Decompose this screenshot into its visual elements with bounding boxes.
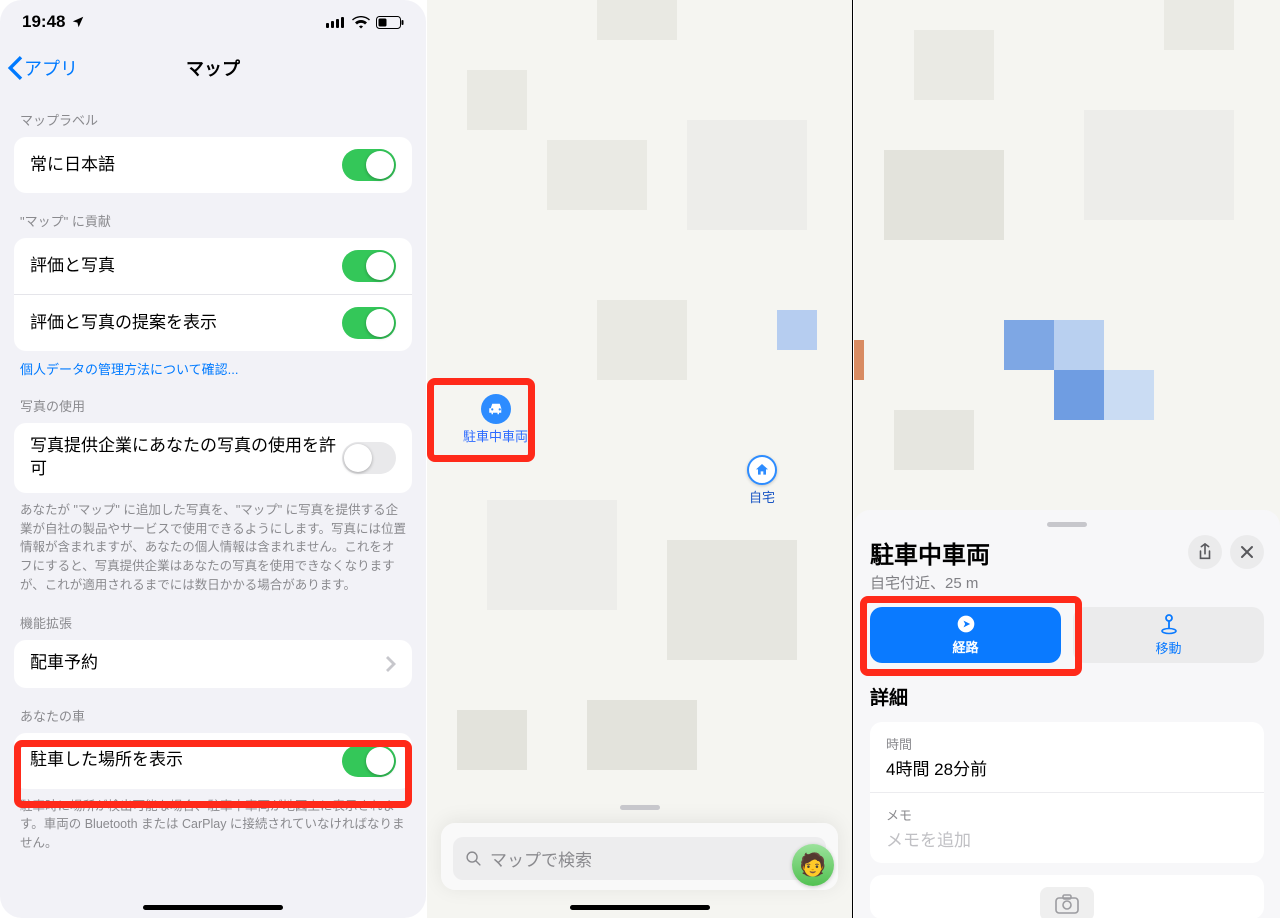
details-card: 時間 4時間 28分前 メモ メモを追加	[870, 722, 1264, 863]
status-icons	[326, 16, 404, 29]
time-label: 時間	[886, 734, 1248, 753]
search-icon	[465, 850, 482, 867]
toggle-always-japanese[interactable]	[342, 149, 396, 181]
search-input[interactable]: マップで検索	[453, 837, 826, 880]
back-label: アプリ	[24, 55, 78, 81]
parked-car-pin[interactable]: 駐車中車両	[463, 394, 528, 445]
row-ratings-photos[interactable]: 評価と写真	[14, 238, 412, 294]
sheet-handle[interactable]	[620, 805, 660, 810]
time-value: 4時間 28分前	[886, 755, 1248, 780]
search-placeholder: マップで検索	[490, 846, 792, 871]
settings-pane: 19:48 アプリ マップ マップラベル 常に日本語	[0, 0, 426, 918]
chevron-right-icon	[386, 656, 396, 672]
map-detail-pane: 駐車中車両 自宅付近、25 m 経路	[854, 0, 1280, 918]
share-button[interactable]	[1188, 535, 1222, 569]
row-show-parked-location[interactable]: 駐車した場所を表示	[14, 733, 412, 789]
home-label: 自宅	[747, 487, 777, 506]
toggle-show-suggestions[interactable]	[342, 307, 396, 339]
memo-label: メモ	[886, 805, 1248, 824]
move-button[interactable]: 移動	[1073, 607, 1264, 663]
back-button[interactable]: アプリ	[6, 55, 78, 81]
memo-input[interactable]: メモを追加	[886, 826, 1248, 851]
row-allow-photo-use[interactable]: 写真提供企業にあなたの写真の使用を許可	[14, 423, 412, 493]
move-pin-icon	[1159, 613, 1179, 635]
nav-bar: アプリ マップ	[0, 44, 426, 92]
section-header-extensions: 機能拡張	[0, 595, 426, 640]
toggle-show-parked-location[interactable]	[342, 745, 396, 777]
row-ride-booking[interactable]: 配車予約	[14, 640, 412, 688]
profile-avatar[interactable]: 🧑	[792, 844, 834, 886]
parked-car-label: 駐車中車両	[463, 426, 528, 445]
status-bar: 19:48	[0, 0, 426, 44]
your-car-footer: 駐車時に場所が検出可能な場合、駐車中車両が地図上に表示されます。車両の Blue…	[0, 789, 426, 853]
home-indicator[interactable]	[143, 905, 283, 910]
details-section-title: 詳細	[870, 683, 1264, 710]
status-time: 19:48	[22, 12, 65, 32]
place-detail-sheet[interactable]: 駐車中車両 自宅付近、25 m 経路	[854, 510, 1280, 918]
directions-icon	[956, 614, 976, 634]
home-icon	[747, 455, 777, 485]
map-search-pane: 駐車中車両 自宅 マップで検索 🧑	[427, 0, 853, 918]
row-show-suggestions[interactable]: 評価と写真の提案を表示	[14, 294, 412, 351]
search-sheet[interactable]: マップで検索	[441, 823, 838, 890]
sheet-handle[interactable]	[1047, 522, 1087, 527]
row-always-japanese[interactable]: 常に日本語	[14, 137, 412, 193]
section-header-your-car: あなたの車	[0, 688, 426, 733]
toggle-ratings-photos[interactable]	[342, 250, 396, 282]
section-header-contribute: "マップ" に貢献	[0, 193, 426, 238]
directions-button[interactable]: 経路	[870, 607, 1061, 663]
car-icon	[481, 394, 511, 424]
section-header-map-label: マップラベル	[0, 92, 426, 137]
toggle-allow-photo-use[interactable]	[342, 442, 396, 474]
privacy-link[interactable]: 個人データの管理方法について確認...	[0, 351, 426, 378]
location-services-icon	[71, 15, 85, 29]
add-photo-card[interactable]	[870, 875, 1264, 918]
home-pin[interactable]: 自宅	[747, 455, 777, 506]
home-indicator[interactable]	[570, 905, 710, 910]
photo-use-footer: あなたが "マップ" に追加した写真を、"マップ" に写真を提供する企業が自社の…	[0, 493, 426, 595]
place-title: 駐車中車両	[870, 535, 1180, 570]
memoji-icon: 🧑	[799, 852, 826, 878]
map-canvas[interactable]	[427, 0, 852, 918]
page-title: マップ	[186, 55, 240, 81]
camera-icon	[1040, 887, 1094, 918]
close-button[interactable]	[1230, 535, 1264, 569]
place-subtitle: 自宅付近、25 m	[870, 572, 1180, 593]
section-header-photo-use: 写真の使用	[0, 378, 426, 423]
